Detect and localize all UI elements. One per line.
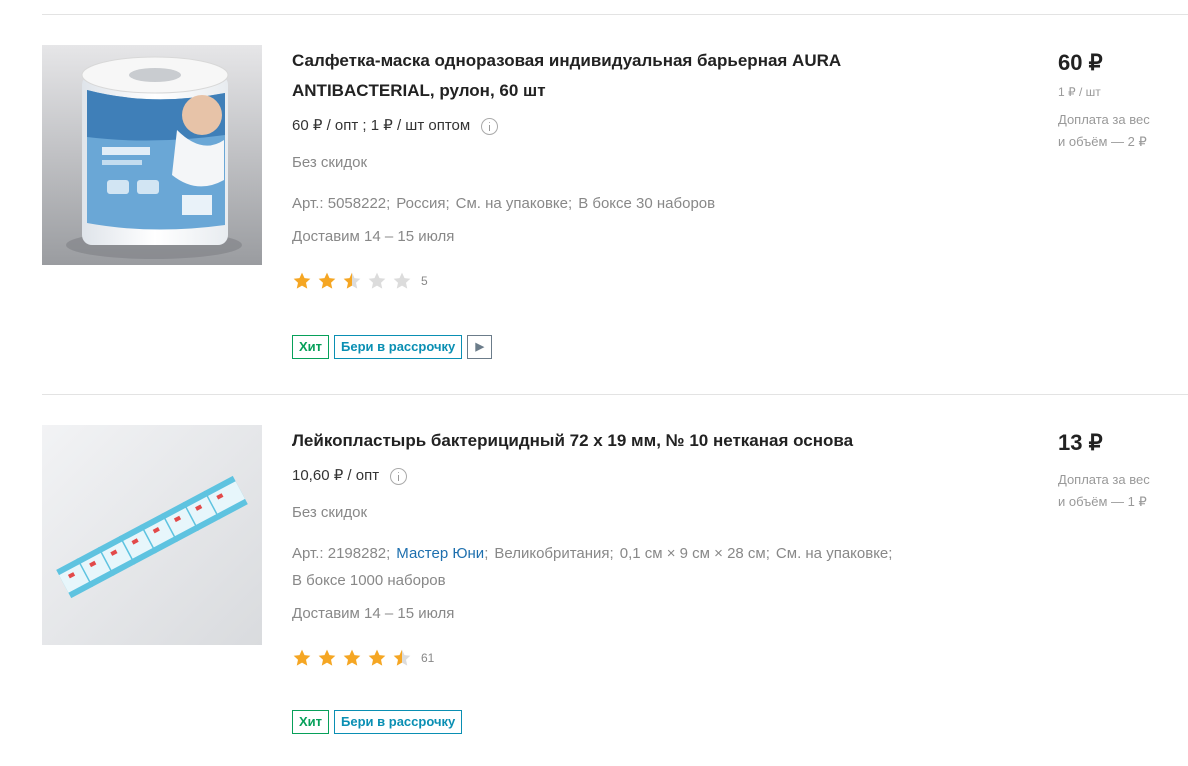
badge-hit[interactable]: Хит <box>292 710 330 734</box>
surcharge-line-1: Доплата за вес <box>1058 112 1150 127</box>
product-card: Лейкопластырь бактерицидный 72 х 19 мм, … <box>0 425 1188 755</box>
product-specs: Арт.: 2198282; Мастер Юни; Великобритания;… <box>292 540 972 594</box>
wholesale-price-text: 60 ₽ / опт ; 1 ₽ / шт оптом <box>292 117 471 134</box>
spec-article: Арт.: 2198282; <box>292 545 391 562</box>
price: 13 ₽ <box>1058 430 1103 455</box>
divider-top <box>42 14 1188 15</box>
spec-pack: См. на упаковке; <box>775 545 893 562</box>
surcharge: Доплата за вес и объём — 2 ₽ <box>1058 109 1188 153</box>
price-column: 13 ₽ Доплата за вес и объём — 1 ₽ <box>1058 425 1188 513</box>
divider <box>42 394 1188 395</box>
spec-country: Россия; <box>396 195 450 212</box>
spec-size: 0,1 см × 9 см × 28 см; <box>619 545 770 562</box>
info-icon[interactable] <box>390 467 408 485</box>
badge-installment[interactable]: Бери в рассрочку <box>334 335 463 359</box>
spec-country: Великобритания; <box>494 545 614 562</box>
surcharge-line-1: Доплата за вес <box>1058 472 1150 487</box>
product-title[interactable]: Салфетка-маска одноразовая индивидуальна… <box>292 46 972 106</box>
discount-status: Без скидок <box>292 504 367 521</box>
star-icon <box>343 649 361 666</box>
badge-hit[interactable]: Хит <box>292 335 330 359</box>
wholesale-price: 60 ₽ / опт ; 1 ₽ / шт оптом <box>292 116 972 136</box>
product-specs: Арт.: 5058222; Россия; См. на упаковке; В б… <box>292 190 972 217</box>
star-icon <box>343 272 361 289</box>
video-play-icon[interactable]: ▶ <box>467 335 493 359</box>
info-icon[interactable] <box>481 117 499 135</box>
delivery-date: Доставим 14 – 15 июля <box>292 605 455 622</box>
spec-article: Арт.: 5058222; <box>292 195 391 212</box>
star-icon <box>368 649 386 666</box>
product-image[interactable] <box>42 45 262 265</box>
spec-sep: ; <box>484 545 489 562</box>
surcharge-line-2: и объём — 1 ₽ <box>1058 494 1147 509</box>
review-count[interactable]: 61 <box>421 651 434 665</box>
surcharge-line-2: и объём — 2 ₽ <box>1058 134 1147 149</box>
star-icon <box>318 272 336 289</box>
surcharge: Доплата за вес и объём — 1 ₽ <box>1058 469 1188 513</box>
star-icon <box>293 649 311 666</box>
delivery-date: Доставим 14 – 15 июля <box>292 228 455 245</box>
spec-size: См. на упаковке; <box>455 195 573 212</box>
unit-price: 1 ₽ / шт <box>1058 85 1101 99</box>
product-title[interactable]: Лейкопластырь бактерицидный 72 х 19 мм, … <box>292 426 972 456</box>
discount-status: Без скидок <box>292 154 367 171</box>
badge-installment[interactable]: Бери в рассрочку <box>334 710 463 734</box>
product-card: Салфетка-маска одноразовая индивидуальна… <box>0 45 1188 370</box>
rating[interactable]: 5 <box>292 271 972 291</box>
star-icon <box>318 649 336 666</box>
badges: Хит Бери в рассрочку ▶ <box>292 335 972 359</box>
rating[interactable]: 61 <box>292 648 972 668</box>
badges: Хит Бери в рассрочку <box>292 710 972 734</box>
wholesale-price: 10,60 ₽ / опт <box>292 466 972 486</box>
product-image[interactable] <box>42 425 262 645</box>
brand-link[interactable]: Мастер Юни <box>396 545 484 562</box>
star-icon <box>293 272 311 289</box>
star-icon <box>393 272 411 289</box>
star-icon <box>393 649 411 666</box>
price: 60 ₽ <box>1058 50 1103 75</box>
review-count[interactable]: 5 <box>421 274 428 288</box>
price-column: 60 ₽ 1 ₽ / шт Доплата за вес и объём — 2… <box>1058 45 1188 153</box>
star-icon <box>368 272 386 289</box>
spec-box: В боксе 1000 наборов <box>292 572 446 589</box>
wholesale-price-text: 10,60 ₽ / опт <box>292 467 380 484</box>
spec-box: В боксе 30 наборов <box>578 195 716 212</box>
